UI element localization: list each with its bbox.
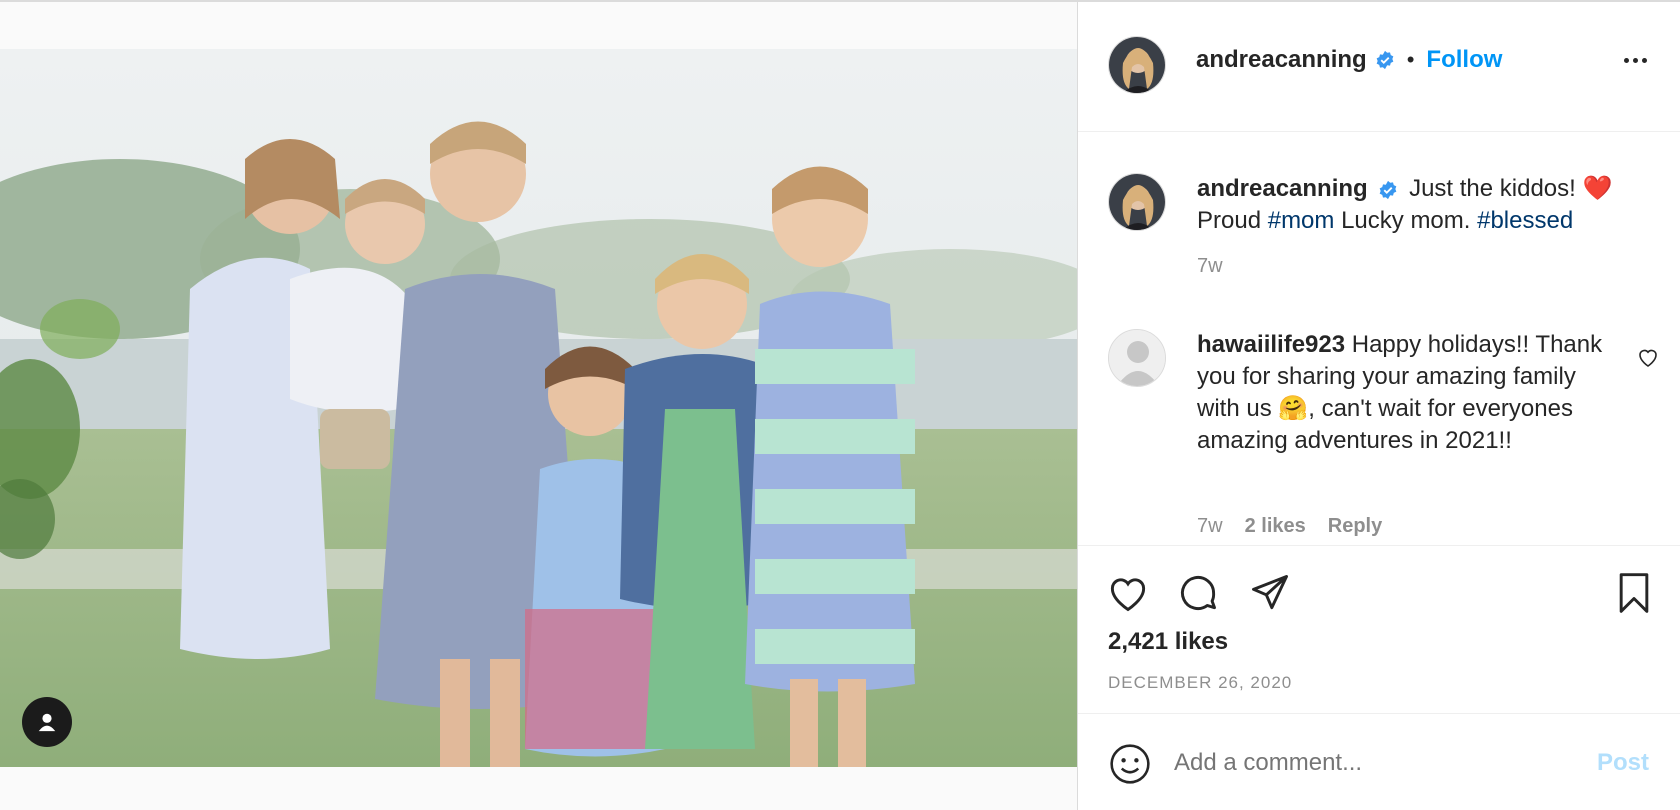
separator-dot: • <box>1406 47 1415 72</box>
default-avatar-icon <box>1109 330 1165 386</box>
hashtag-blessed[interactable]: #blessed <box>1477 207 1573 234</box>
comment-avatar[interactable] <box>1108 329 1166 387</box>
add-comment-bar: Post <box>1078 713 1680 810</box>
comment-like-heart-icon[interactable] <box>1636 345 1660 369</box>
photo-of-children <box>0 49 1077 767</box>
post-header: andreacanning • Follow <box>1078 2 1680 132</box>
user-tag-icon <box>38 713 56 732</box>
header-username[interactable]: andreacanning <box>1196 46 1367 74</box>
caption-avatar[interactable] <box>1108 173 1166 231</box>
header-user-row: andreacanning • Follow <box>1196 46 1502 74</box>
post-side-panel: andreacanning • Follow andreacanning Jus… <box>1077 0 1680 810</box>
heart-icon[interactable] <box>1106 571 1150 615</box>
hashtag-mom[interactable]: #mom <box>1268 207 1335 234</box>
caption-username[interactable]: andreacanning <box>1197 175 1368 202</box>
avatar[interactable] <box>1108 36 1166 94</box>
emoji-icon[interactable] <box>1108 742 1152 786</box>
likes-count[interactable]: 2,421 likes <box>1108 628 1228 656</box>
comment-username[interactable]: hawaiilife923 <box>1197 331 1345 358</box>
comment-icon[interactable] <box>1176 571 1220 615</box>
follow-button[interactable]: Follow <box>1426 46 1502 74</box>
bookmark-icon[interactable] <box>1612 571 1656 615</box>
post-date[interactable]: DECEMBER 26, 2020 <box>1108 673 1292 693</box>
comment-meta: 7w 2 likes Reply <box>1197 515 1382 538</box>
post-actions: 2,421 likes DECEMBER 26, 2020 <box>1078 545 1680 713</box>
more-options-icon[interactable] <box>1624 58 1647 63</box>
post-media-panel <box>0 0 1077 810</box>
comment-likes[interactable]: 2 likes <box>1245 515 1306 538</box>
caption-time[interactable]: 7w <box>1197 255 1223 278</box>
comment-text: hawaiilife923 Happy holidays!! Thank you… <box>1197 329 1617 457</box>
user-tag-button[interactable] <box>22 697 72 747</box>
verified-badge-icon <box>1376 50 1394 70</box>
comment-time[interactable]: 7w <box>1197 515 1223 538</box>
verified-badge-icon <box>1380 180 1397 199</box>
post-photo[interactable] <box>0 49 1077 767</box>
caption-body-2: Lucky mom. <box>1334 207 1478 234</box>
share-icon[interactable] <box>1248 571 1292 615</box>
reply-button[interactable]: Reply <box>1328 515 1382 538</box>
comment-input[interactable] <box>1174 749 1554 777</box>
comments-section: andreacanning Just the kiddos! ❤️ Proud … <box>1078 133 1680 545</box>
post-comment-button[interactable]: Post <box>1597 749 1649 777</box>
caption-text: andreacanning Just the kiddos! ❤️ Proud … <box>1197 173 1657 237</box>
